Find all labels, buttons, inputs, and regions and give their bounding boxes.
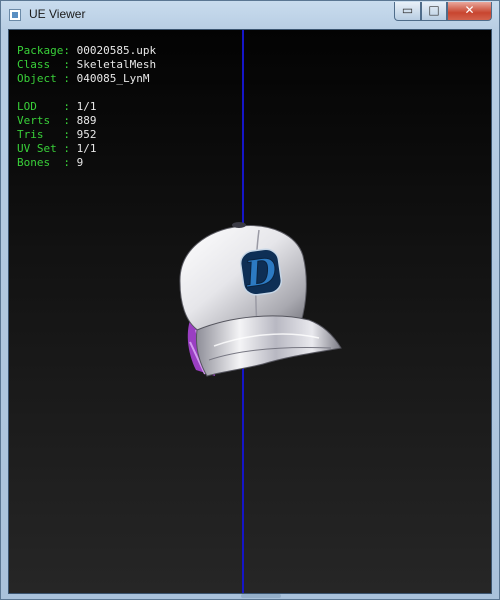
window-title: UE Viewer <box>29 7 86 21</box>
3d-viewport[interactable]: Package: 00020585.upk Class : SkeletalMe… <box>8 29 492 594</box>
cap-logo-d: D <box>239 248 283 297</box>
cap-button <box>232 222 246 228</box>
resize-grip[interactable] <box>241 594 281 598</box>
app-window: UE Viewer ▭ □ ✕ Package: 00020585.upk Cl… <box>0 0 500 600</box>
close-button[interactable]: ✕ <box>447 2 492 21</box>
cap-brim <box>196 315 342 377</box>
svg-text:D: D <box>242 250 280 296</box>
baseball-cap-model: D <box>179 222 342 377</box>
close-icon: ✕ <box>464 3 475 17</box>
maximize-icon: □ <box>428 3 440 17</box>
title-bar[interactable]: UE Viewer ▭ □ ✕ <box>1 1 499 29</box>
minimize-icon: ▭ <box>401 3 414 17</box>
minimize-button[interactable]: ▭ <box>394 2 421 21</box>
app-icon <box>9 9 21 21</box>
maximize-button[interactable]: □ <box>421 2 447 21</box>
